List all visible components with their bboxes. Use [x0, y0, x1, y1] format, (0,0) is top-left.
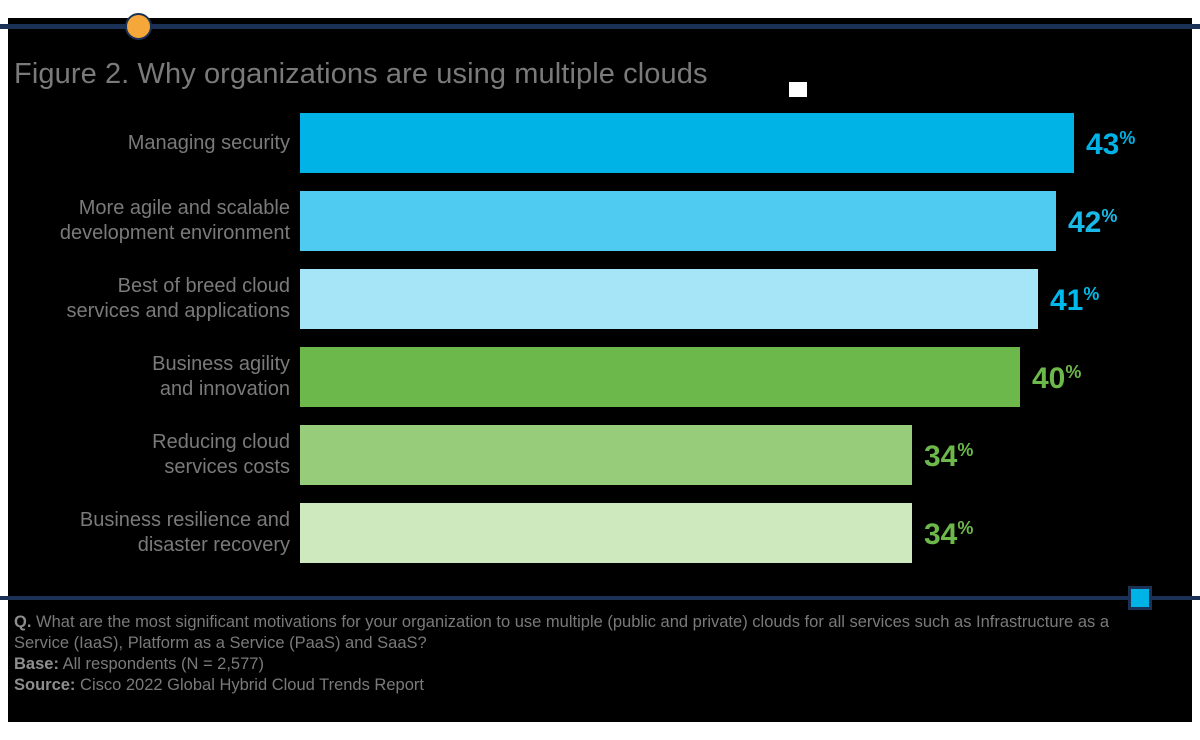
percent-sign: % — [1101, 206, 1118, 226]
percent-sign: % — [1119, 128, 1136, 148]
title-accent-square — [789, 82, 807, 97]
percent-sign: % — [957, 440, 974, 460]
bar — [300, 113, 1074, 173]
base-label: Base: — [14, 655, 59, 673]
bar — [300, 191, 1056, 251]
bar — [300, 425, 912, 485]
bar-zone: 42% — [300, 191, 1200, 251]
bar-value-label: 34% — [924, 518, 973, 550]
bar-category-label: More agile and scalable development envi… — [59, 197, 290, 244]
bar-zone: 41% — [300, 269, 1200, 329]
percent-sign: % — [1083, 284, 1100, 304]
bar — [300, 503, 912, 563]
footer-divider-rule — [0, 596, 1200, 600]
bar-value-number: 43 — [1086, 128, 1120, 161]
bar-value-number: 41 — [1050, 284, 1084, 317]
question-label: Q. — [14, 613, 32, 631]
bar-zone: 43% — [300, 113, 1200, 173]
footnotes: Q. What are the most significant motivat… — [14, 612, 1134, 696]
bar — [300, 347, 1020, 407]
cyan-accent-square — [1128, 586, 1152, 610]
bar-value-number: 42 — [1068, 206, 1102, 239]
source-label: Source: — [14, 676, 76, 694]
bar-row: Business agility and innovation 40% — [0, 347, 1200, 407]
bar-category-label: Business resilience and disaster recover… — [79, 509, 290, 556]
bar-value-label: 40% — [1032, 362, 1081, 394]
bar-zone: 40% — [300, 347, 1200, 407]
top-divider-rule — [0, 24, 1200, 29]
bar-value-number: 34 — [924, 518, 958, 551]
base-note: Base: All respondents (N = 2,577) — [14, 654, 1134, 675]
percent-sign: % — [957, 518, 974, 538]
bar-row: Best of breed cloud services and applica… — [0, 269, 1200, 329]
figure-title: Figure 2. Why organizations are using mu… — [14, 58, 708, 90]
bar — [300, 269, 1038, 329]
percent-sign: % — [1065, 362, 1082, 382]
source-text: Cisco 2022 Global Hybrid Cloud Trends Re… — [80, 676, 424, 694]
bar-value-label: 34% — [924, 440, 973, 472]
question-note: Q. What are the most significant motivat… — [14, 612, 1124, 654]
bar-chart: Managing security 43% More agile and scala… — [0, 110, 1200, 580]
bar-value-label: 42% — [1068, 206, 1117, 238]
bar-zone: 34% — [300, 503, 1200, 563]
bar-row: Reducing cloud services costs 34% — [0, 425, 1200, 485]
bar-category-label: Reducing cloud services costs — [152, 431, 290, 478]
bar-category-label: Best of breed cloud services and applica… — [66, 275, 290, 322]
source-note: Source: Cisco 2022 Global Hybrid Cloud T… — [14, 675, 1134, 696]
bar-row: Business resilience and disaster recover… — [0, 503, 1200, 563]
question-text: What are the most significant motivation… — [14, 613, 1110, 652]
bar-category-label: Business agility and innovation — [152, 353, 290, 400]
bar-value-label: 43% — [1086, 128, 1135, 160]
bar-row: More agile and scalable development envi… — [0, 191, 1200, 251]
bar-value-number: 34 — [924, 440, 958, 473]
orange-dot-marker — [125, 13, 152, 40]
bar-value-number: 40 — [1032, 362, 1066, 395]
bar-value-label: 41% — [1050, 284, 1099, 316]
figure-root: Figure 2. Why organizations are using mu… — [0, 0, 1200, 740]
bar-category-label: Managing security — [127, 131, 290, 154]
bar-row: Managing security 43% — [0, 113, 1200, 173]
bar-zone: 34% — [300, 425, 1200, 485]
base-text: All respondents (N = 2,577) — [62, 655, 264, 673]
